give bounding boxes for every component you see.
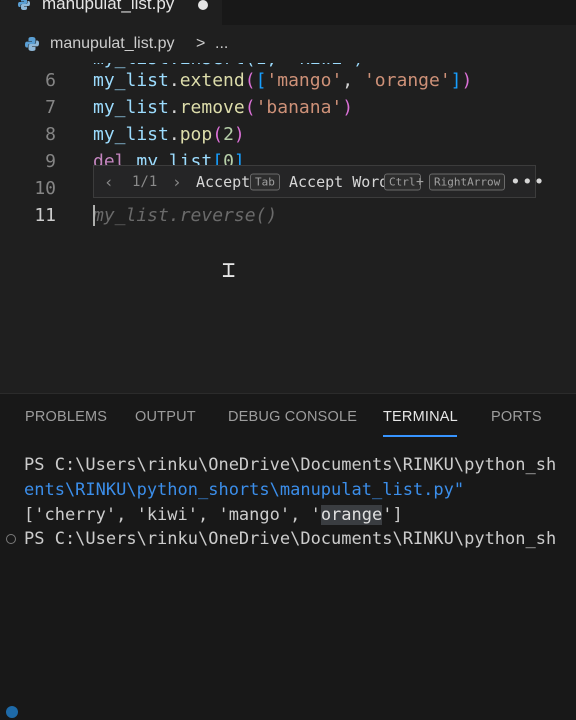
active-tab-indicator	[383, 435, 457, 437]
tab-filename: manupulat_list.py	[42, 0, 175, 13]
command-decoration-icon[interactable]	[6, 534, 16, 544]
python-file-icon	[18, 0, 30, 10]
chevron-right-icon[interactable]: ›	[172, 172, 182, 191]
suggestion-counter: 1/1	[132, 173, 158, 190]
breadcrumb-file[interactable]: manupulat_list.py	[50, 35, 175, 53]
breadcrumb-symbols[interactable]: ...	[215, 35, 228, 53]
terminal-line: ents\RINKU\python_shorts\manupulat_list.…	[24, 480, 465, 500]
line-number: 10	[34, 178, 56, 199]
line-number: 9	[45, 151, 56, 172]
code-editor[interactable]: my_list.insert(1, 'kiwi') 6 my_list.exte…	[0, 63, 576, 393]
accept-button[interactable]: Accept	[196, 173, 250, 191]
line-number: 6	[45, 70, 56, 91]
chevron-left-icon[interactable]: ‹	[104, 172, 114, 191]
rightarrow-key-hint: RightArrow	[429, 173, 506, 190]
line-number: 8	[45, 124, 56, 145]
text-cursor	[93, 205, 95, 226]
inline-suggestion-text: my_list.reverse()	[93, 205, 278, 226]
breadcrumb-separator: >	[196, 35, 206, 52]
terminal-line: ['cherry', 'kiwi', 'mango', 'orange']	[24, 505, 403, 525]
accept-word-button[interactable]: Accept Word	[289, 173, 388, 191]
python-file-icon	[25, 37, 39, 51]
key-plus: +	[416, 174, 424, 189]
code-text: my_list.extend(['mango', 'orange'])	[93, 70, 473, 91]
more-actions-icon[interactable]: •••	[510, 171, 546, 192]
file-tab[interactable]: manupulat_list.py	[0, 0, 222, 25]
unsaved-dot-icon[interactable]	[198, 0, 208, 10]
mouse-ibeam-cursor-icon: ⌶	[222, 258, 236, 283]
search-highlight: orange	[320, 505, 383, 525]
inline-suggestion-toolbar: ‹ 1/1 › Accept Tab Accept Word Ctrl + Ri…	[93, 165, 545, 198]
tab-problems[interactable]: PROBLEMS	[25, 409, 107, 425]
bottom-panel: PROBLEMS OUTPUT DEBUG CONSOLE TERMINAL P…	[0, 394, 576, 720]
code-line-11: 11 my_list.reverse()	[0, 202, 576, 229]
tab-ports[interactable]: PORTS	[491, 409, 542, 425]
tab-debug-console[interactable]: DEBUG CONSOLE	[228, 409, 357, 425]
status-indicator-icon	[6, 706, 18, 718]
line-number: 11	[34, 205, 56, 226]
code-text: my_list.remove('banana')	[93, 97, 354, 118]
code-line-8: 8 my_list.pop(2)	[0, 121, 576, 148]
tab-key-hint: Tab	[250, 173, 280, 190]
tab-terminal[interactable]: TERMINAL	[383, 409, 458, 425]
breadcrumb: manupulat_list.py > ...	[0, 25, 576, 63]
terminal-line: PS C:\Users\rinku\OneDrive\Documents\RIN…	[24, 455, 557, 475]
editor-tab-bar: manupulat_list.py	[0, 0, 576, 25]
code-line-6: 6 my_list.extend(['mango', 'orange'])	[0, 67, 576, 94]
tab-output[interactable]: OUTPUT	[135, 409, 196, 425]
line-number: 7	[45, 97, 56, 118]
code-text: my_list.pop(2)	[93, 124, 245, 145]
terminal-line: PS C:\Users\rinku\OneDrive\Documents\RIN…	[24, 529, 557, 549]
code-line-7: 7 my_list.remove('banana')	[0, 94, 576, 121]
